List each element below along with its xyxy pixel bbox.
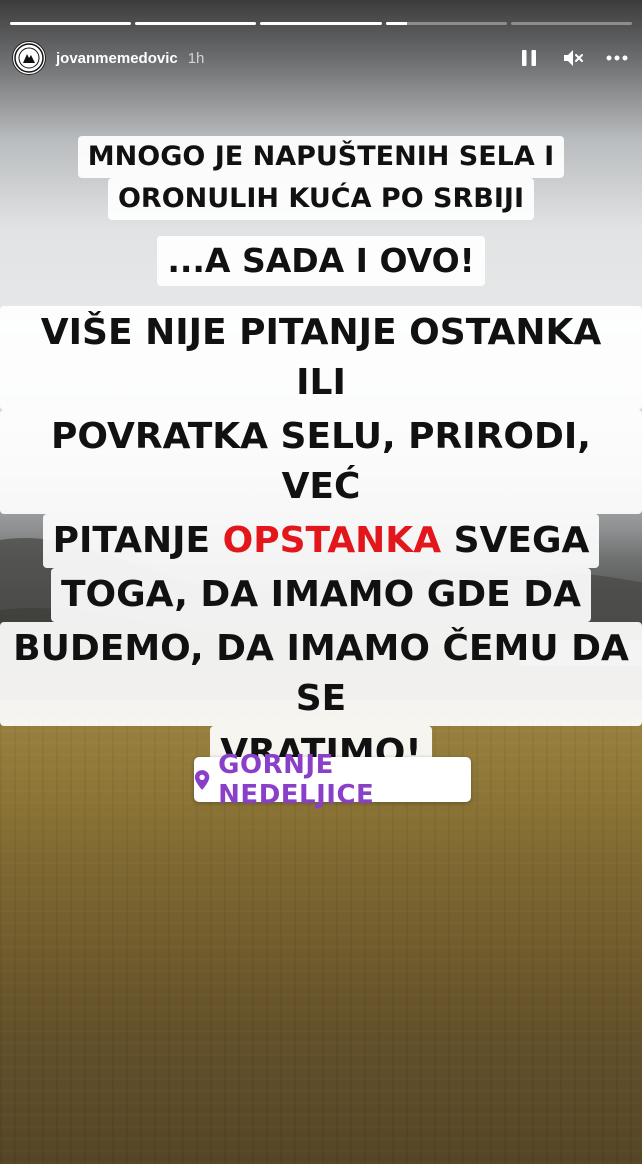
location-label: GORNJE NEDELJICE xyxy=(218,749,375,810)
story-progress-bar xyxy=(10,22,633,25)
caption-intro-line: ORONULIH KUĆA PO SRBIJI xyxy=(107,178,535,220)
caption-body-line: TOGA, DA IMAMO GDE DA xyxy=(50,568,592,622)
caption-body-line: PITANJE OPSTANKA SVEGA xyxy=(42,514,600,568)
caption-intro-line: MNOGO JE NAPUŠTENIH SELA I xyxy=(77,136,565,178)
location-sticker[interactable]: GORNJE NEDELJICE xyxy=(194,750,471,810)
speaker-muted-icon xyxy=(564,50,583,66)
username[interactable]: jovanmemedovic xyxy=(56,50,178,67)
caption-body-line: BUDEMO, DA IMAMO ČEMU DA SE xyxy=(0,622,642,726)
post-time: 1h xyxy=(187,49,205,67)
caption-body-line: VIŠE NIJE PITANJE OSTANKA ILI xyxy=(0,306,642,410)
pause-button[interactable] xyxy=(516,45,542,71)
progress-segment xyxy=(385,22,507,25)
caption-highlight: OPSTANKA xyxy=(222,520,442,561)
progress-segment xyxy=(10,22,132,25)
caption-body: VIŠE NIJE PITANJE OSTANKA ILI POVRATKA S… xyxy=(0,306,642,780)
caption-body-line: POVRATKA SELU, PRIRODI, VEĆ xyxy=(0,410,642,514)
caption-emphasis: ...A SADA I OVO! xyxy=(0,236,642,286)
mute-button[interactable] xyxy=(560,45,586,71)
caption-text: SVEGA xyxy=(441,520,590,561)
location-pin-icon xyxy=(194,769,210,790)
story-viewer[interactable]: jovanmemedovic 1h MNOGO JE NAPUŠTENIH SE… xyxy=(0,0,642,1164)
progress-segment xyxy=(260,22,382,25)
more-options-icon xyxy=(606,55,628,61)
progress-segment xyxy=(135,22,257,25)
story-header: jovanmemedovic 1h xyxy=(12,40,630,76)
progress-segment xyxy=(510,22,633,25)
caption-intro: MNOGO JE NAPUŠTENIH SELA I ORONULIH KUĆA… xyxy=(0,136,642,220)
story-controls xyxy=(516,45,630,71)
more-options-button[interactable] xyxy=(604,45,630,71)
pause-icon xyxy=(522,50,536,66)
profile-avatar[interactable] xyxy=(12,41,46,75)
caption-text: PITANJE xyxy=(52,520,223,561)
logo-avatar-icon xyxy=(14,43,44,73)
caption-emphasis-line: ...A SADA I OVO! xyxy=(157,236,485,286)
